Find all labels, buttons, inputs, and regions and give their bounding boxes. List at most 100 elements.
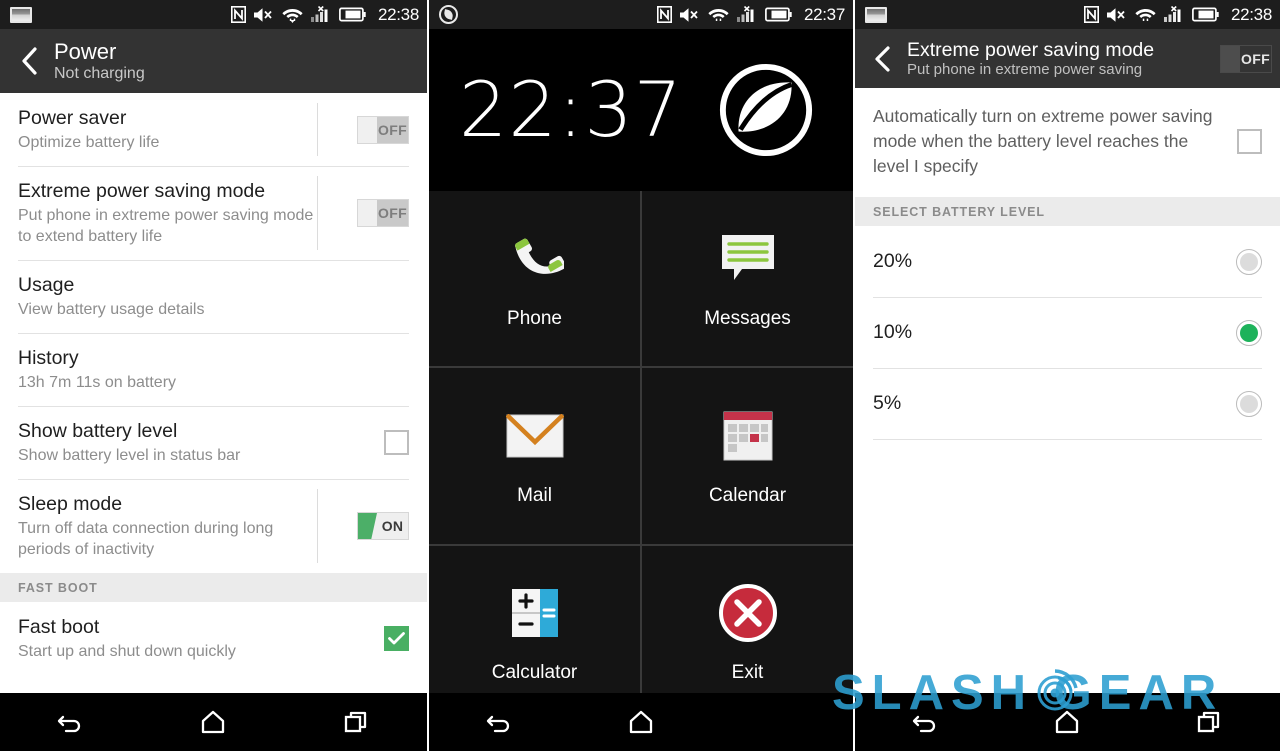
list-item-subtitle: Turn off data connection during long per… <box>18 520 274 558</box>
toggle-knob <box>358 200 377 226</box>
back-chevron-icon[interactable] <box>12 46 46 76</box>
power-saver-toggle[interactable]: OFF <box>357 115 409 144</box>
nfc-icon <box>656 6 672 23</box>
settings-list: Power saver Optimize battery life OFF Ex… <box>0 93 427 675</box>
list-divider <box>873 439 1262 440</box>
level-radio-20[interactable] <box>1236 248 1262 275</box>
status-bar-panel1: 22:38 <box>0 0 427 29</box>
list-item-auto-turn-on[interactable]: Automatically turn on extreme power savi… <box>855 88 1280 197</box>
recents-nav-icon[interactable] <box>1174 709 1244 735</box>
mute-icon <box>679 7 698 22</box>
page-subtitle: Put phone in extreme power saving <box>907 60 1143 78</box>
list-item-usage[interactable]: Usage View battery usage details <box>0 260 427 333</box>
list-item-level-20[interactable]: 20% <box>855 226 1280 297</box>
app-label: Calculator <box>491 662 578 684</box>
list-item-title: Power saver <box>18 107 127 129</box>
level-label: 20% <box>873 250 913 272</box>
battery-icon <box>765 7 792 22</box>
wifi-icon <box>282 8 303 23</box>
screenshot-root: 22:38 Power Not charging Power saver Opt… <box>0 0 1280 751</box>
page-title: Power <box>54 38 117 64</box>
lockscreen-clock-area: 22:37 <box>429 29 853 191</box>
extreme-power-saving-toggle[interactable]: OFF <box>357 199 409 227</box>
toggle-knob <box>358 513 377 539</box>
extreme-power-saving-header-toggle[interactable]: OFF <box>1220 44 1272 73</box>
back-chevron-icon[interactable] <box>865 45 899 73</box>
battery-icon <box>1192 7 1219 22</box>
app-tile-phone[interactable]: Phone <box>429 191 640 367</box>
list-item-control: OFF <box>317 103 409 156</box>
status-bar-left-icons <box>439 5 657 24</box>
list-item-history[interactable]: History 13h 7m 11s on battery <box>0 333 427 406</box>
toggle-knob <box>358 116 377 143</box>
mute-icon <box>253 7 272 22</box>
action-bar-text: Power Not charging <box>54 38 415 83</box>
list-item-fast-boot[interactable]: Fast boot Start up and shut down quickly <box>0 602 427 675</box>
list-item-subtitle: Optimize battery life <box>18 134 160 151</box>
exit-icon <box>718 582 777 644</box>
recents-nav-icon[interactable] <box>321 709 391 735</box>
list-item-sleep-mode[interactable]: Sleep mode Turn off data connection duri… <box>0 479 427 573</box>
wifi-icon <box>708 8 729 21</box>
app-label: Calendar <box>708 484 787 506</box>
home-nav-icon[interactable] <box>1032 709 1102 735</box>
sleep-mode-toggle[interactable]: ON <box>357 512 409 540</box>
fast-boot-checkbox[interactable] <box>384 626 409 651</box>
level-radio-5[interactable] <box>1236 390 1262 417</box>
action-bar-text: Extreme power saving mode Put phone in e… <box>907 39 1220 79</box>
leaf-logo-icon <box>719 63 813 157</box>
mute-icon <box>1106 7 1125 22</box>
list-item-level-10[interactable]: 10% <box>855 297 1280 368</box>
list-item-title: History <box>18 347 79 369</box>
mail-icon <box>505 405 564 467</box>
list-item-subtitle: View battery usage details <box>18 301 205 318</box>
list-item-level-5[interactable]: 5% <box>855 368 1280 439</box>
screenshot-icon <box>865 6 887 23</box>
show-battery-level-checkbox[interactable] <box>384 430 409 455</box>
page-title: Extreme power saving mode <box>907 38 1155 61</box>
toggle-label: ON <box>377 513 408 539</box>
list-item-control: ON <box>317 489 409 563</box>
list-item-title: Sleep mode <box>18 493 123 515</box>
app-tile-messages[interactable]: Messages <box>642 191 853 367</box>
home-nav-icon[interactable] <box>178 709 248 735</box>
calculator-icon <box>511 582 559 644</box>
panel-power-settings: 22:38 Power Not charging Power saver Opt… <box>0 0 427 751</box>
signal-icon <box>1163 6 1181 22</box>
app-tile-calendar[interactable]: Calendar <box>642 368 853 544</box>
toggle-label: OFF <box>377 116 408 143</box>
radio-dot <box>1240 252 1258 271</box>
level-radio-10[interactable] <box>1236 319 1262 346</box>
action-bar-panel1: Power Not charging <box>0 29 427 93</box>
nfc-icon <box>230 6 246 23</box>
status-bar-panel2: 22:37 <box>429 0 853 29</box>
status-bar-right-icons: 22:38 <box>1083 4 1272 25</box>
battery-icon <box>339 7 366 22</box>
back-nav-icon[interactable] <box>36 709 106 735</box>
list-item-subtitle: 13h 7m 11s on battery <box>18 374 177 391</box>
list-item-title: Fast boot <box>18 616 100 638</box>
app-label: Phone <box>507 307 562 329</box>
wifi-icon <box>1135 8 1156 21</box>
app-tile-mail[interactable]: Mail <box>429 368 640 544</box>
list-item-power-saver[interactable]: Power saver Optimize battery life OFF <box>0 93 427 166</box>
back-nav-icon[interactable] <box>891 709 961 735</box>
back-nav-icon[interactable] <box>465 709 535 735</box>
home-nav-icon[interactable] <box>606 709 676 735</box>
radio-dot <box>1240 394 1258 413</box>
app-label: Mail <box>517 484 552 506</box>
list-item-text: Fast boot Start up and shut down quickly <box>18 602 317 675</box>
panel-extreme-power-saving-launcher: 22:37 22:37 Phone Messages Mail Calendar… <box>427 0 855 751</box>
list-item-control: OFF <box>317 176 409 250</box>
auto-turn-on-checkbox[interactable] <box>1237 129 1262 154</box>
status-bar-clock: 22:38 <box>1230 4 1272 24</box>
leaf-badge-icon <box>439 5 458 24</box>
list-item-control <box>317 602 409 675</box>
nav-bar-panel1 <box>0 693 427 751</box>
level-label: 10% <box>873 321 913 343</box>
toggle-knob <box>1221 45 1240 72</box>
list-item-show-battery-level[interactable]: Show battery level Show battery level in… <box>0 406 427 479</box>
status-bar-left-icons <box>865 6 1084 23</box>
list-item-extreme-power-saving-mode[interactable]: Extreme power saving mode Put phone in e… <box>0 166 427 260</box>
auto-turn-on-label: Automatically turn on extreme power savi… <box>873 106 1213 176</box>
